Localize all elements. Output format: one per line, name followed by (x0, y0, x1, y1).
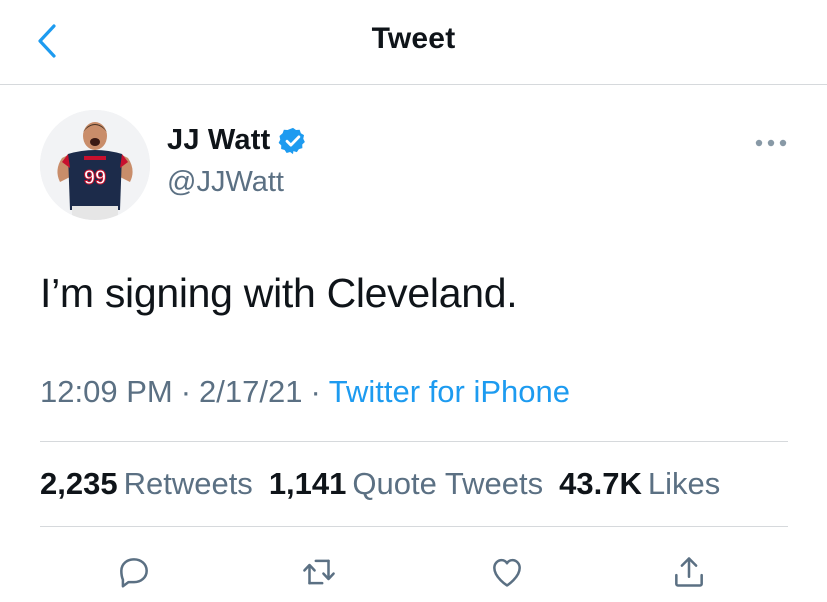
verified-badge-icon (278, 126, 308, 156)
quote-tweets-label: Quote Tweets (352, 466, 544, 501)
avatar[interactable]: 99 (40, 110, 150, 220)
meta-separator: · (310, 374, 321, 409)
share-button[interactable] (667, 550, 711, 594)
tweet-source-link[interactable]: Twitter for iPhone (329, 374, 570, 409)
tweet-date: 2/17/21 (199, 374, 303, 409)
svg-text:99: 99 (84, 167, 106, 189)
retweets-count: 2,235 (40, 466, 118, 501)
author-name[interactable]: JJ Watt (167, 124, 270, 157)
top-bar: Tweet (0, 0, 827, 85)
more-options-button[interactable] (752, 132, 790, 154)
retweet-button[interactable] (297, 550, 341, 594)
page-title: Tweet (371, 22, 456, 55)
likes-count: 43.7K (559, 466, 642, 501)
retweet-icon (303, 559, 335, 585)
like-button[interactable] (485, 550, 529, 594)
meta-separator: · (180, 374, 192, 409)
divider (40, 526, 788, 527)
author-handle[interactable]: @JJWatt (167, 166, 284, 199)
retweets-label: Retweets (123, 466, 253, 501)
divider (40, 441, 788, 442)
reply-button[interactable] (112, 550, 156, 594)
reply-icon (120, 558, 148, 588)
tweet-text: I’m signing with Cleveland. (40, 270, 518, 316)
likes-stat[interactable]: 43.7K Likes (559, 466, 720, 502)
quote-tweets-stat[interactable]: 1,141 Quote Tweets (269, 466, 543, 502)
retweets-stat[interactable]: 2,235 Retweets (40, 466, 253, 502)
tweet-stats: 2,235 Retweets 1,141 Quote Tweets 43.7K Likes (40, 466, 736, 502)
share-icon (675, 557, 703, 587)
author-name-row: JJ Watt (167, 124, 308, 157)
likes-label: Likes (647, 466, 721, 501)
tweet-meta: 12:09 PM · 2/17/21 · Twitter for iPhone (40, 374, 570, 410)
quote-tweets-count: 1,141 (268, 466, 347, 501)
more-icon (755, 139, 787, 147)
like-icon (493, 558, 521, 587)
profile-photo: 99 (40, 110, 150, 220)
tweet-time: 12:09 PM (40, 374, 173, 409)
